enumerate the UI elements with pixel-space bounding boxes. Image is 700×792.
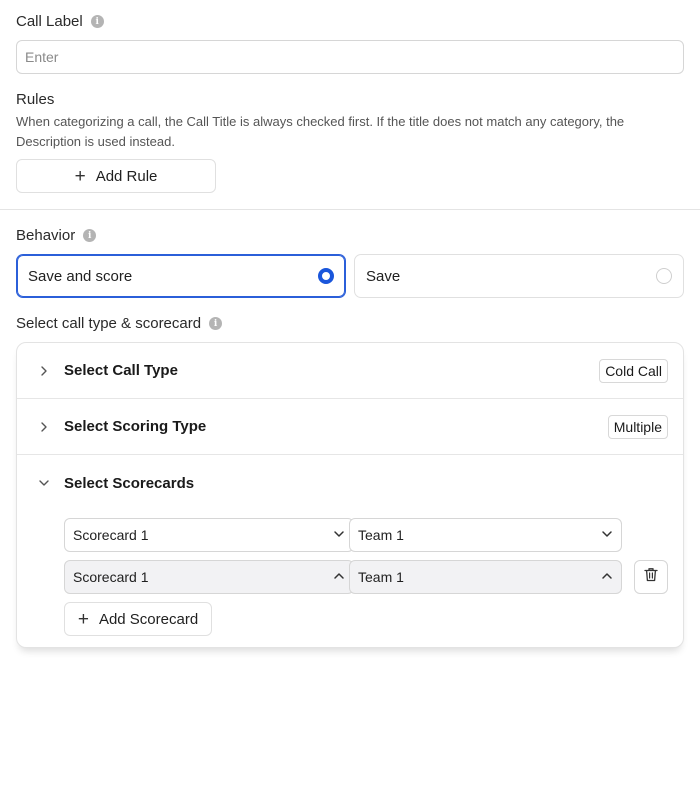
- chevron-down-icon: [39, 478, 49, 488]
- team-select[interactable]: Team 1: [349, 518, 622, 552]
- chevron-up-icon: [333, 569, 345, 585]
- call-type-title: Select call type & scorecard: [16, 315, 202, 332]
- behavior-title: Behavior: [16, 227, 76, 244]
- info-icon[interactable]: i: [83, 229, 97, 242]
- call-type-accordion: Select Call Type Cold Call Select Scorin…: [16, 342, 684, 648]
- rules-title: Rules: [16, 91, 55, 108]
- behavior-option-save-and-score[interactable]: Save and score: [16, 254, 346, 298]
- call-label-title: Call Label: [16, 13, 83, 30]
- behavior-option-label: Save: [366, 267, 401, 285]
- team-select[interactable]: Team 1: [349, 560, 622, 594]
- accordion-title: Select Call Type: [64, 362, 178, 379]
- delete-scorecard-button[interactable]: [634, 560, 668, 594]
- accordion-title: Select Scoring Type: [64, 418, 207, 435]
- add-scorecard-label: Add Scorecard: [98, 610, 199, 628]
- accordion-item-call-type[interactable]: Select Call Type Cold Call: [17, 343, 683, 399]
- add-scorecard-button[interactable]: + Add Scorecard: [64, 602, 212, 636]
- chevron-up-icon: [601, 569, 613, 585]
- info-icon[interactable]: i: [209, 317, 223, 330]
- behavior-heading: Behavior i: [16, 227, 97, 244]
- chevron-right-icon: [39, 421, 49, 432]
- chevron-down-icon: [333, 527, 345, 543]
- info-icon[interactable]: i: [90, 15, 104, 28]
- chevron-right-icon: [39, 365, 49, 376]
- scorecard-select-value: Scorecard 1: [73, 569, 149, 585]
- call-type-badge: Cold Call: [599, 358, 668, 383]
- behavior-option-label: Save and score: [28, 267, 133, 285]
- plus-icon: +: [77, 608, 89, 630]
- behavior-option-save[interactable]: Save: [354, 254, 684, 298]
- scoring-type-badge: Multiple: [607, 414, 668, 439]
- rules-description: When categorizing a call, the Call Title…: [16, 114, 625, 149]
- plus-icon: +: [74, 165, 86, 187]
- scorecard-select[interactable]: Scorecard 1: [64, 560, 354, 594]
- add-rule-label: Add Rule: [95, 167, 158, 185]
- accordion-item-scorecards[interactable]: Select Scorecards: [17, 455, 683, 511]
- team-select-value: Team 1: [358, 527, 404, 543]
- section-divider: [0, 209, 700, 210]
- accordion-title: Select Scorecards: [64, 474, 195, 492]
- team-select-value: Team 1: [358, 569, 404, 585]
- trash-icon: [644, 567, 658, 587]
- radio-unselected-icon[interactable]: [656, 268, 672, 284]
- scorecard-select[interactable]: Scorecard 1: [64, 518, 354, 552]
- call-label-heading: Call Label i: [16, 13, 104, 30]
- radio-selected-icon[interactable]: [318, 268, 334, 284]
- call-label-input[interactable]: [16, 40, 684, 74]
- chevron-down-icon: [601, 527, 613, 543]
- add-rule-button[interactable]: + Add Rule: [16, 159, 216, 193]
- scorecard-select-value: Scorecard 1: [73, 527, 149, 543]
- accordion-item-scoring-type[interactable]: Select Scoring Type Multiple: [17, 399, 683, 455]
- call-type-heading: Select call type & scorecard i: [16, 315, 223, 332]
